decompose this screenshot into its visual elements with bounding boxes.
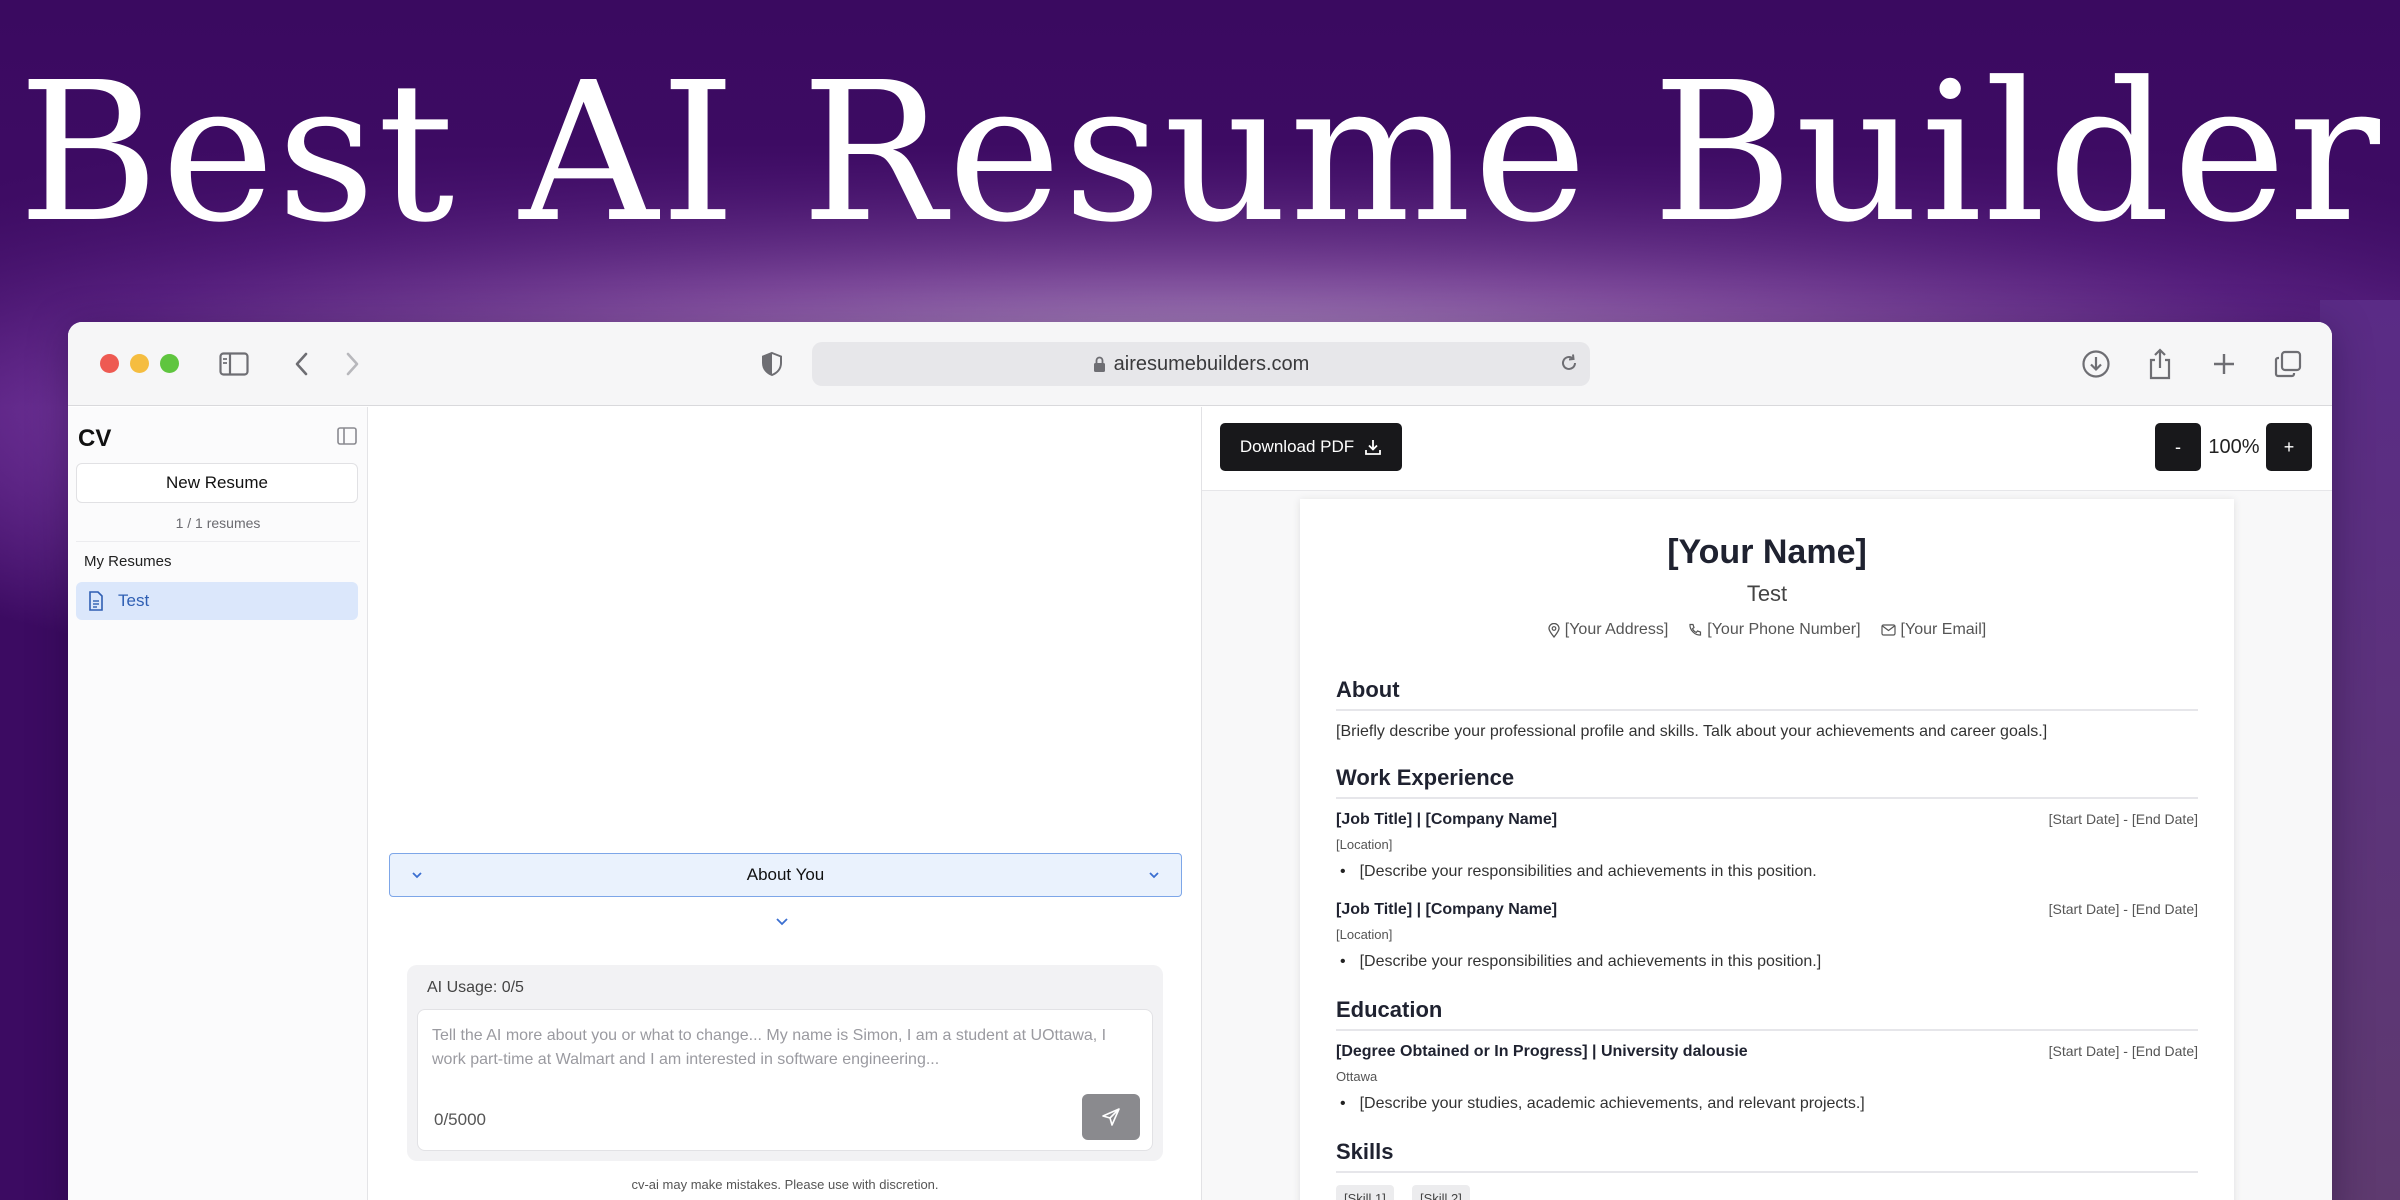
section-divider <box>1336 709 2198 711</box>
job-title: [Job Title] | [Company Name] <box>1336 811 1558 828</box>
zoom-out-button[interactable]: - <box>2155 423 2201 471</box>
about-text: [Briefly describe your professional prof… <box>1336 723 2048 740</box>
job-dates: [Start Date] - [End Date] <box>2048 901 2198 917</box>
resume-contact: [Your Address] [Your Phone Number] [Your… <box>1300 621 2234 639</box>
disclaimer: cv-ai may make mistakes. Please use with… <box>631 1177 939 1192</box>
job-title: [Job Title] | [Company Name] <box>1336 901 1558 918</box>
resume-title: Test <box>1746 581 1788 606</box>
education-location: Ottawa <box>1336 1069 1378 1084</box>
mail-icon <box>1880 624 1896 636</box>
resume-page: [Your Name] Test [Your Address] [Your Ph… <box>1300 499 2234 1200</box>
address-bar[interactable]: airesumebuilders.com <box>812 342 1590 386</box>
job-bullet: [Describe your responsibilities and achi… <box>1340 953 1822 971</box>
ai-usage: AI Usage: 0/5 <box>427 979 524 996</box>
section-divider <box>1336 1171 2198 1173</box>
download-pdf-label: Download PDF <box>1239 437 1355 456</box>
forward-icon[interactable] <box>334 346 370 382</box>
new-resume-button[interactable]: New Resume <box>76 463 358 503</box>
back-icon[interactable] <box>284 346 320 382</box>
job-dates: [Start Date] - [End Date] <box>2048 811 2198 827</box>
my-resumes-heading: My Resumes <box>84 553 172 570</box>
shield-icon[interactable] <box>754 346 790 382</box>
tab-overview-icon[interactable] <box>2270 346 2306 382</box>
resume-name: [Your Name] <box>1667 533 1867 571</box>
background-right-edge <box>2320 300 2400 1200</box>
app-logo: CV <box>78 425 112 452</box>
zoom-in-button[interactable]: + <box>2266 423 2312 471</box>
about-you-section-toggle[interactable]: About You <box>389 853 1182 897</box>
section-divider <box>1336 797 2198 799</box>
sidebar-item-test[interactable]: Test <box>76 582 358 620</box>
education-heading: Education <box>1336 997 1443 1022</box>
phone-item: [Your Phone Number] <box>1688 621 1861 639</box>
browser-toolbar: airesumebuilders.com <box>68 322 2332 406</box>
job-bullet: [Describe your responsibilities and achi… <box>1340 863 1817 881</box>
skill-chip: [Skill 2] <box>1412 1185 1470 1200</box>
download-icon <box>1365 440 1382 455</box>
preview-toolbar: Download PDF - 100% + <box>1202 407 2332 491</box>
job-location: [Location] <box>1336 837 1393 852</box>
job-location: [Location] <box>1336 927 1393 942</box>
expand-chevron-icon[interactable] <box>774 915 790 934</box>
close-window-button[interactable] <box>100 354 119 373</box>
url-text: airesumebuilders.com <box>1113 352 1310 375</box>
phone-icon <box>1689 623 1702 636</box>
resume-preview-pane: Download PDF - 100% + [Your Name] Test [… <box>1201 407 2332 1200</box>
lock-icon <box>1093 356 1106 373</box>
education-bullet: [Describe your studies, academic achieve… <box>1340 1095 1865 1113</box>
send-icon <box>1102 1108 1120 1126</box>
chevron-down-icon <box>1147 867 1161 887</box>
skills-heading: Skills <box>1336 1139 1394 1164</box>
degree-title: [Degree Obtained or In Progress] | Unive… <box>1336 1043 1748 1060</box>
address-item: [Your Address] <box>1548 621 1668 639</box>
chat-pane: About You AI Usage: 0/5 Tell the AI more… <box>369 407 1201 1200</box>
about-heading: About <box>1336 677 1400 702</box>
section-divider <box>1336 1029 2198 1031</box>
about-you-label: About You <box>746 865 825 884</box>
window-controls <box>100 354 179 373</box>
collapse-sidebar-icon[interactable] <box>337 427 357 450</box>
new-tab-icon[interactable] <box>2206 346 2242 382</box>
download-icon[interactable] <box>2078 346 2114 382</box>
reload-icon[interactable] <box>1558 352 1580 380</box>
sidebar-item-label: Test <box>118 591 150 610</box>
document-icon <box>88 591 104 611</box>
education-dates: [Start Date] - [End Date] <box>2048 1043 2198 1059</box>
download-pdf-button[interactable]: Download PDF <box>1220 423 1402 471</box>
ai-prompt-input[interactable]: Tell the AI more about you or what to ch… <box>417 1009 1153 1151</box>
ai-prompt-panel: AI Usage: 0/5 Tell the AI more about you… <box>407 965 1163 1161</box>
skill-chip: [Skill 1] <box>1336 1185 1394 1200</box>
chevron-down-icon <box>410 867 424 887</box>
sidebar: CV New Resume 1 / 1 resumes My Resumes T… <box>68 407 368 1200</box>
zoom-level: 100% <box>2208 435 2260 458</box>
minimize-window-button[interactable] <box>130 354 149 373</box>
resume-count: 1 / 1 resumes <box>175 515 261 531</box>
browser-window: airesumebuilders.com CV New Resume 1 / 1… <box>68 322 2332 1200</box>
ai-prompt-placeholder: Tell the AI more about you or what to ch… <box>432 1027 1107 1068</box>
work-experience-heading: Work Experience <box>1336 765 1515 790</box>
send-button[interactable] <box>1082 1094 1140 1140</box>
headline: Best AI Resume Builder <box>18 42 2382 265</box>
share-icon[interactable] <box>2142 346 2178 382</box>
char-counter: 0/5000 <box>434 1110 486 1129</box>
email-item: [Your Email] <box>1880 621 1986 639</box>
sidebar-divider <box>76 541 360 542</box>
map-pin-icon <box>1548 622 1560 638</box>
sidebar-toggle-icon[interactable] <box>216 346 252 382</box>
zoom-window-button[interactable] <box>160 354 179 373</box>
